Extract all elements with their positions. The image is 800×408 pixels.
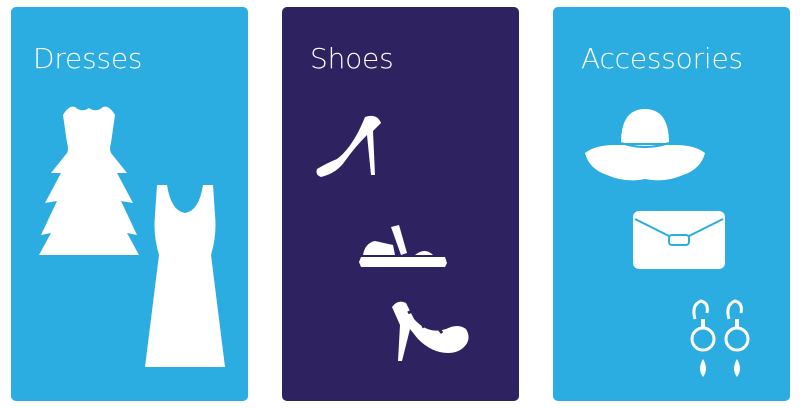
drop-earrings-icon — [687, 297, 757, 383]
clutch-bag-icon — [633, 211, 725, 269]
sun-hat-icon — [585, 109, 705, 183]
strappy-heel-icon — [388, 299, 470, 361]
tank-dress-icon — [145, 185, 225, 367]
strapless-tiered-dress-icon — [39, 103, 139, 255]
category-card-dresses[interactable]: Dresses — [11, 7, 248, 401]
card-title: Shoes — [310, 42, 394, 75]
card-title: Dresses — [33, 42, 143, 75]
category-card-accessories[interactable]: Accessories — [553, 7, 790, 401]
stiletto-pump-icon — [315, 113, 383, 181]
card-title: Accessories — [581, 42, 743, 75]
flat-sandal-icon — [359, 225, 447, 269]
category-card-shoes[interactable]: Shoes — [282, 7, 519, 401]
